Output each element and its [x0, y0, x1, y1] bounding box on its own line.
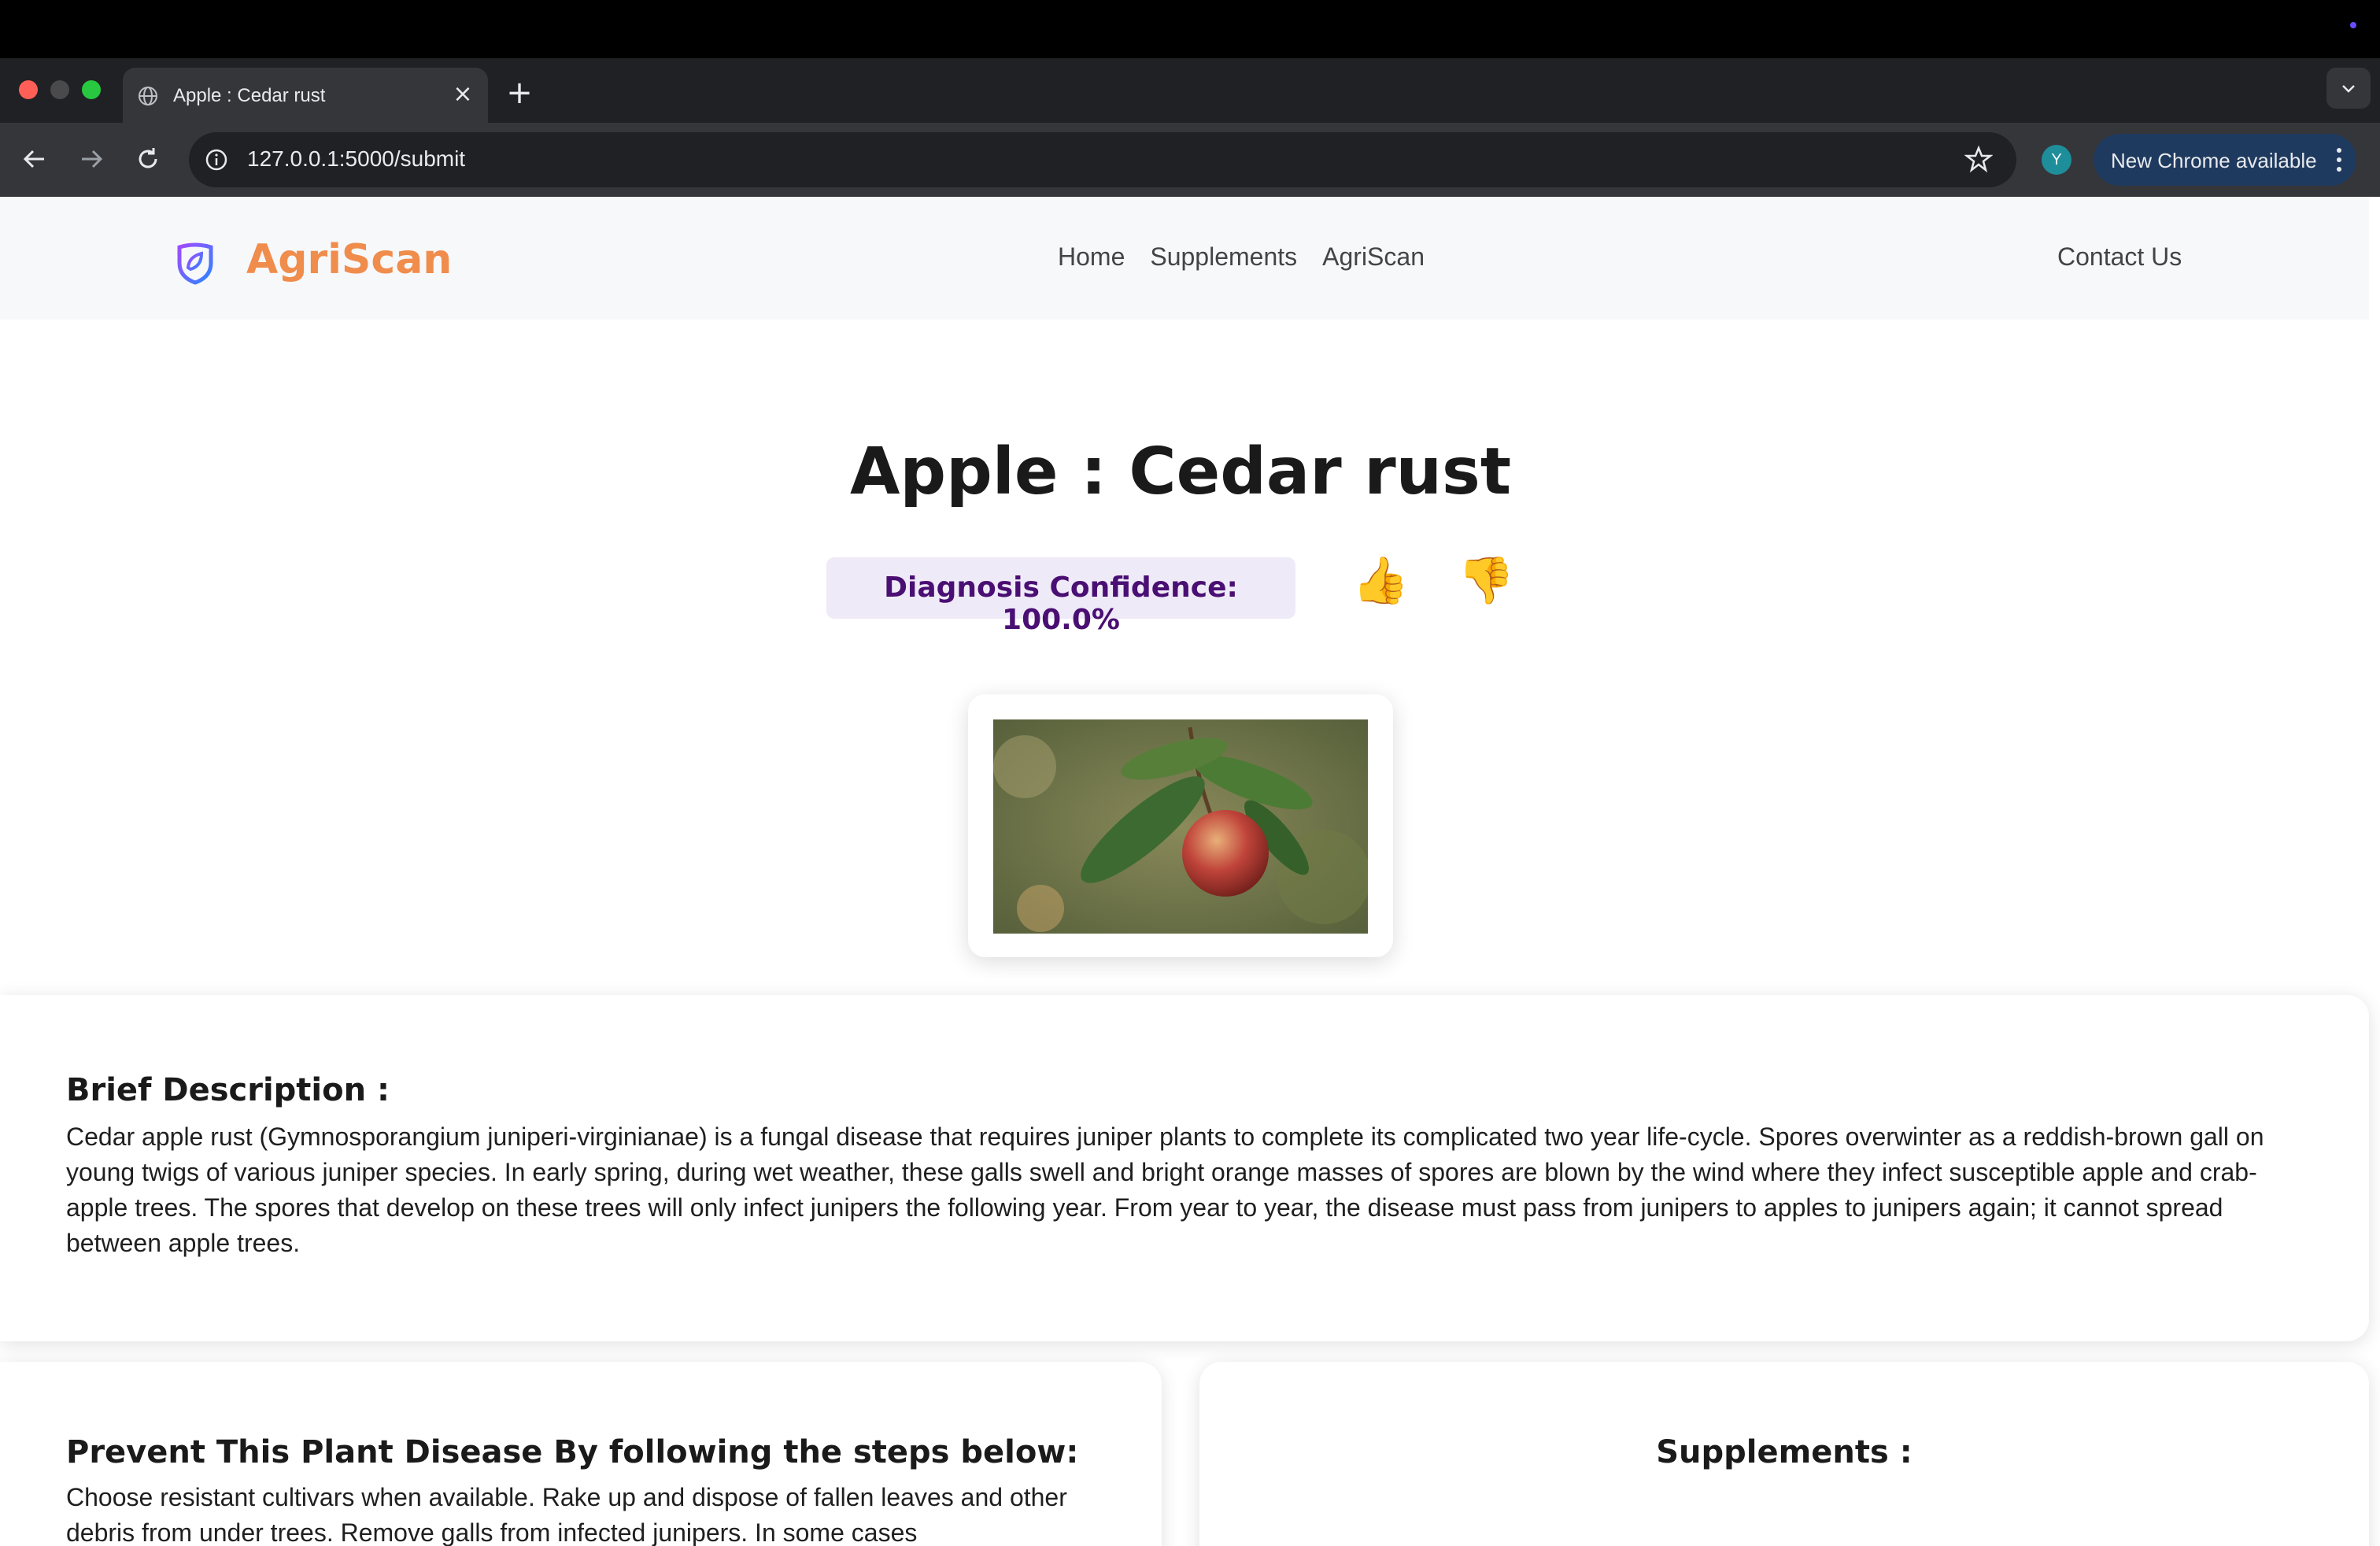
thumbs-down-icon[interactable]: 👎	[1458, 553, 1514, 608]
apple-leaf-photo	[993, 719, 1368, 934]
nav-agriscan[interactable]: AgriScan	[1322, 242, 1425, 272]
bookmark-star-icon[interactable]	[1964, 145, 1993, 173]
globe-icon	[139, 87, 157, 105]
primary-nav: Home Supplements AgriScan	[1058, 242, 1425, 272]
url-text[interactable]: 127.0.0.1:5000/submit	[247, 146, 465, 172]
back-arrow-icon[interactable]	[17, 142, 52, 176]
tab-title: Apple : Cedar rust	[173, 85, 326, 106]
supplements-card: Supplements :	[1199, 1362, 2369, 1546]
forward-arrow-icon[interactable]	[74, 142, 109, 176]
status-dot-icon	[2350, 22, 2356, 28]
confidence-label: Diagnosis Confidence: 100.0%	[884, 571, 1238, 636]
prevention-text: Choose resistant cultivars when availabl…	[66, 1483, 1067, 1546]
confidence-badge: Diagnosis Confidence: 100.0%	[826, 557, 1295, 636]
description-heading: Brief Description :	[66, 1072, 390, 1108]
prevention-card: Prevent This Plant Disease By following …	[0, 1362, 1162, 1546]
site-navbar: AgriScan Home Supplements AgriScan Conta…	[0, 197, 2369, 320]
nav-supplements[interactable]: Supplements	[1150, 242, 1297, 272]
uploaded-image-card	[968, 694, 1393, 957]
web-page: AgriScan Home Supplements AgriScan Conta…	[0, 197, 2380, 1546]
os-menu-bar	[0, 0, 2380, 58]
description-text: Cedar apple rust (Gymnosporangium junipe…	[66, 1123, 2264, 1257]
description-card: Brief Description : Cedar apple rust (Gy…	[0, 995, 2369, 1341]
chrome-update-button[interactable]: New Chrome available	[2094, 134, 2356, 186]
prevention-heading: Prevent This Plant Disease By following …	[66, 1434, 1079, 1470]
brand-name[interactable]: AgriScan	[246, 236, 452, 283]
browser-toolbar: 127.0.0.1:5000/submit Y New Chrome avail…	[0, 123, 2380, 197]
tab-close-icon[interactable]: ×	[450, 82, 475, 107]
nav-contact-us[interactable]: Contact Us	[2057, 242, 2182, 272]
window-minimize-button[interactable]	[50, 80, 69, 99]
site-info-icon[interactable]	[203, 146, 230, 173]
window-close-button[interactable]	[19, 80, 38, 99]
chevron-down-icon	[2342, 85, 2355, 93]
shield-leaf-logo-icon[interactable]	[175, 241, 216, 285]
tab-search-button[interactable]	[2326, 68, 2371, 109]
more-menu-icon[interactable]	[2336, 146, 2342, 173]
supplements-heading: Supplements :	[1656, 1434, 1913, 1470]
thumbs-up-icon[interactable]: 👍	[1352, 553, 1409, 608]
window-maximize-button[interactable]	[82, 80, 101, 99]
active-tab[interactable]: Apple : Cedar rust ×	[123, 68, 488, 123]
reload-icon[interactable]	[131, 142, 165, 176]
address-bar[interactable]: 127.0.0.1:5000/submit	[189, 132, 2016, 187]
chrome-update-label: New Chrome available	[2111, 149, 2317, 172]
new-tab-button[interactable]: +	[504, 77, 535, 110]
profile-avatar[interactable]: Y	[2042, 145, 2071, 175]
nav-home[interactable]: Home	[1058, 242, 1125, 272]
browser-tab-strip: Apple : Cedar rust × +	[0, 58, 2380, 123]
diagnosis-title: Apple : Cedar rust	[849, 435, 1512, 509]
